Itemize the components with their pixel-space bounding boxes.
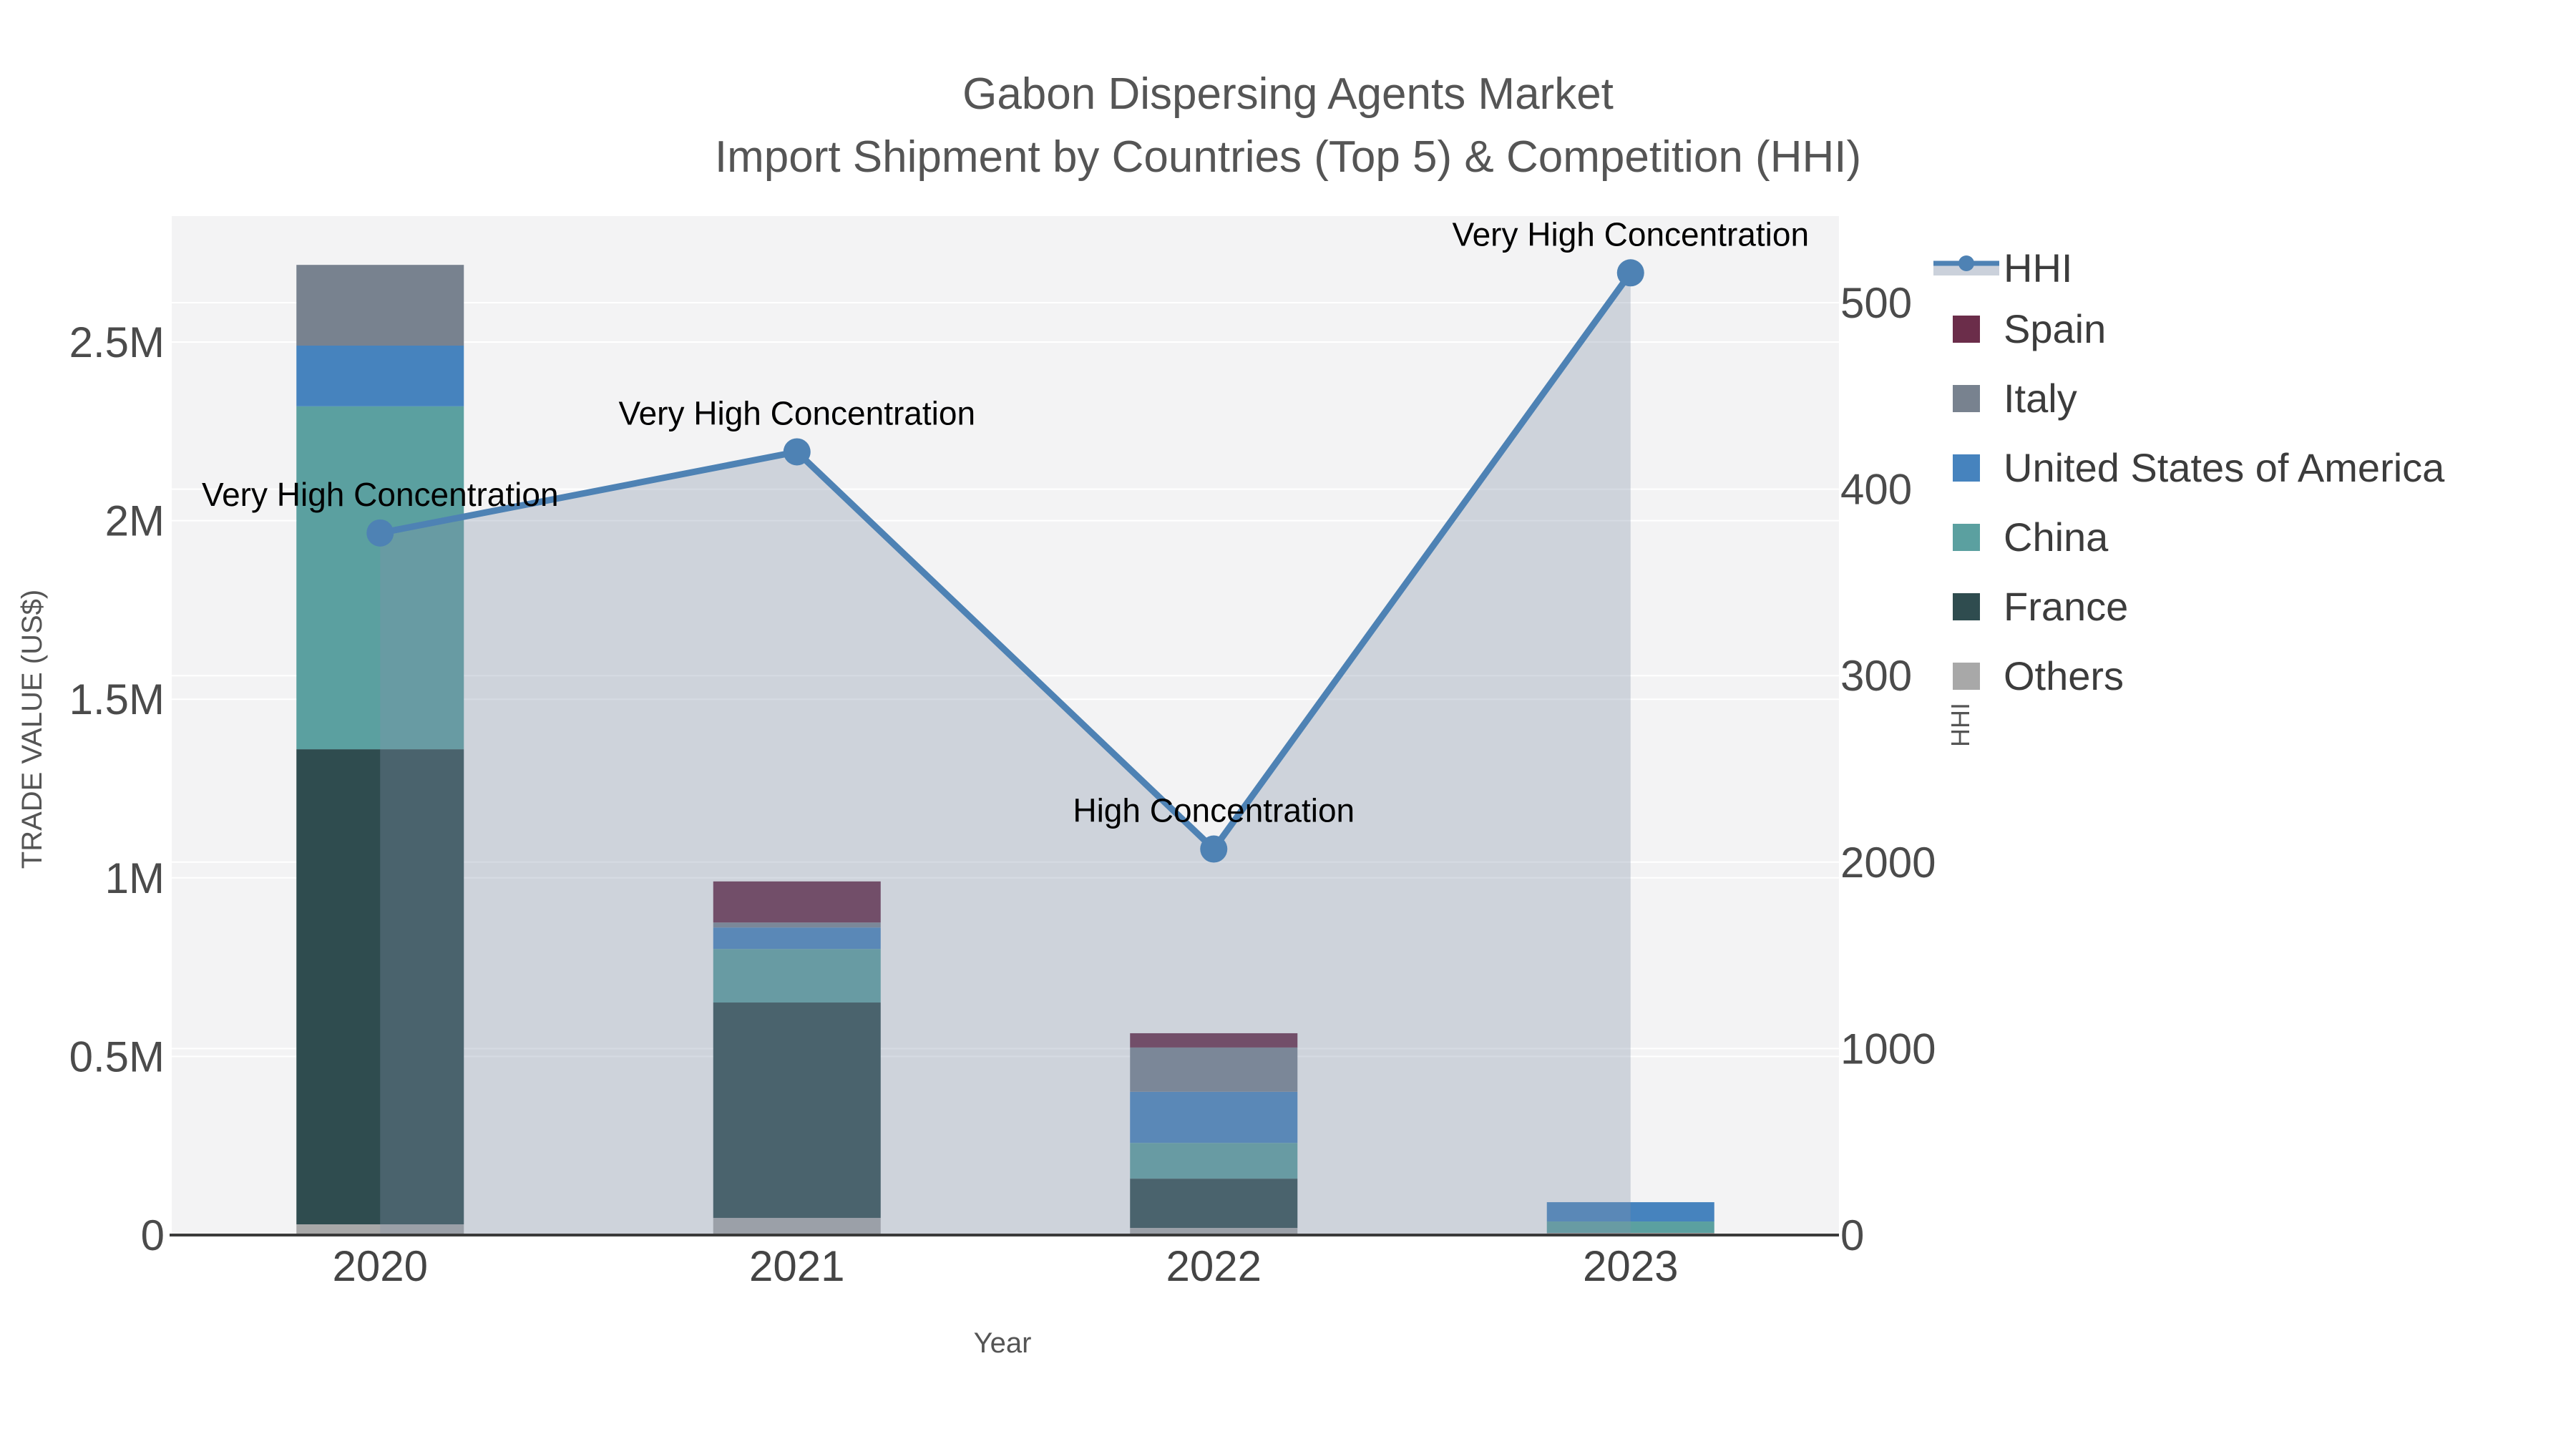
hhi-marker-2022[interactable] — [1200, 835, 1228, 863]
y-left-axis-title: TRADE VALUE (US$) — [16, 590, 48, 869]
chart-title-line2: Import Shipment by Countries (Top 5) & C… — [714, 132, 1862, 182]
y-right-tick-300: 300 — [1840, 652, 1912, 700]
y-right-tick-500: 500 — [1840, 279, 1912, 327]
legend-swatch-france — [1953, 593, 1980, 620]
hhi-marker-2023[interactable] — [1616, 259, 1644, 287]
y-left-tick-2M: 2M — [105, 497, 165, 545]
x-tick-2023: 2023 — [1583, 1242, 1678, 1290]
annotation-2020: Very High Concentration — [202, 476, 559, 513]
legend-label-hhi: HHI — [2004, 245, 2072, 291]
annotation-2022: High Concentration — [1073, 792, 1355, 829]
legend-item-china[interactable]: China — [1953, 514, 2109, 560]
legend-label-france: France — [2004, 584, 2128, 629]
annotation-2023: Very High Concentration — [1452, 215, 1809, 253]
legend-hhi-marker-icon — [1958, 255, 1974, 271]
legend-label-italy: Italy — [2004, 376, 2077, 421]
y-right-axis-title: HHI — [1946, 703, 1975, 747]
bar-segment-united-states-of-america-2020[interactable] — [296, 345, 464, 406]
legend-item-france[interactable]: France — [1953, 584, 2128, 629]
x-tick-2021: 2021 — [749, 1242, 844, 1290]
chart-plot: Very High Concentration Very High Concent… — [16, 215, 2445, 1359]
legend-item-united-states-of-america[interactable]: United States of America — [1953, 445, 2445, 490]
x-axis-title: Year — [974, 1327, 1032, 1359]
y-right-tick-1000: 1000 — [1840, 1025, 1936, 1073]
legend: HHI Spain Italy United States of America Chi… — [1933, 245, 2445, 698]
y-left-tick-1.5M: 1.5M — [69, 675, 165, 723]
y-right-tick-0: 0 — [1840, 1211, 1864, 1259]
annotation-2021: Very High Concentration — [618, 394, 975, 431]
legend-item-spain[interactable]: Spain — [1953, 306, 2106, 351]
y-left-tick-0.5M: 0.5M — [69, 1033, 165, 1080]
chart-title-line1: Gabon Dispersing Agents Market — [962, 69, 1614, 119]
legend-item-others[interactable]: Others — [1953, 653, 2124, 698]
legend-label-others: Others — [2004, 653, 2124, 698]
bar-segment-italy-2020[interactable] — [296, 265, 464, 346]
legend-label-spain: Spain — [2004, 306, 2106, 351]
chart-canvas: { "title": { "line1": "Gabon Dispersing … — [0, 0, 2576, 1449]
legend-swatch-spain — [1953, 316, 1980, 343]
legend-label-united-states-of-america: United States of America — [2004, 445, 2445, 490]
y-left-tick-0: 0 — [141, 1211, 165, 1259]
x-tick-2020: 2020 — [333, 1242, 428, 1290]
legend-item-italy[interactable]: Italy — [1953, 376, 2077, 421]
legend-swatch-china — [1953, 524, 1980, 551]
legend-swatch-italy — [1953, 385, 1980, 412]
y-right-tick-2000: 2000 — [1840, 839, 1936, 887]
y-left-tick-1M: 1M — [105, 854, 165, 902]
y-left-tick-2.5M: 2.5M — [69, 318, 165, 366]
y-right-tick-400: 400 — [1840, 466, 1912, 514]
chart-title: Gabon Dispersing Agents Market Import Sh… — [0, 63, 2576, 189]
legend-label-china: China — [2004, 514, 2109, 560]
hhi-marker-2021[interactable] — [783, 438, 811, 466]
x-tick-2022: 2022 — [1166, 1242, 1262, 1290]
legend-swatch-united-states-of-america — [1953, 454, 1980, 482]
hhi-marker-2020[interactable] — [366, 519, 394, 547]
legend-swatch-others — [1953, 663, 1980, 690]
legend-item-hhi[interactable]: HHI — [1933, 245, 2072, 291]
